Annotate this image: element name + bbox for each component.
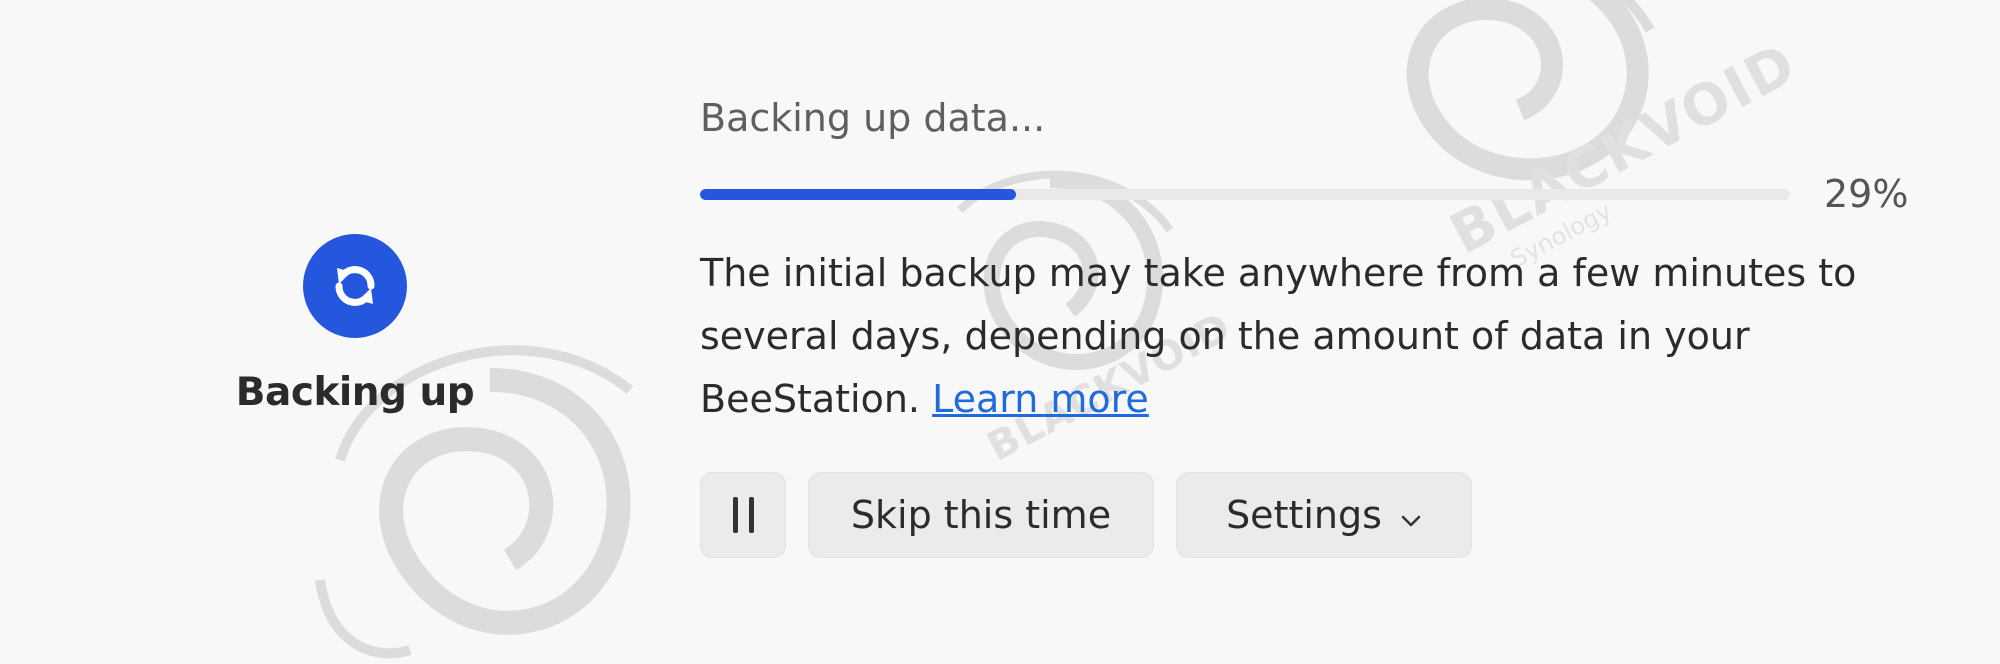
- backup-description: The initial backup may take anywhere fro…: [700, 242, 1880, 431]
- pause-icon: [732, 497, 754, 533]
- settings-label: Settings: [1226, 493, 1382, 537]
- skip-this-time-button[interactable]: Skip this time: [808, 472, 1154, 558]
- backup-status-panel: Backing up: [230, 230, 480, 415]
- learn-more-link[interactable]: Learn more: [932, 377, 1149, 421]
- progress-percent: 29%: [1824, 172, 1909, 216]
- chevron-down-icon: [1400, 493, 1422, 537]
- sync-icon: [303, 234, 407, 338]
- pause-button[interactable]: [700, 472, 786, 558]
- description-text: The initial backup may take anywhere fro…: [700, 251, 1857, 421]
- settings-dropdown-button[interactable]: Settings: [1176, 472, 1472, 558]
- action-buttons: Skip this time Settings: [700, 472, 1472, 558]
- skip-this-time-label: Skip this time: [850, 493, 1112, 537]
- progress-title: Backing up data...: [700, 96, 1046, 140]
- progress-bar-fill: [700, 189, 1017, 200]
- watermark-swirl-top: [1300, 0, 1700, 194]
- progress-bar: [700, 189, 1790, 200]
- status-label: Backing up: [235, 370, 475, 415]
- watermark-brand: BLACKVOID: [1440, 30, 1808, 268]
